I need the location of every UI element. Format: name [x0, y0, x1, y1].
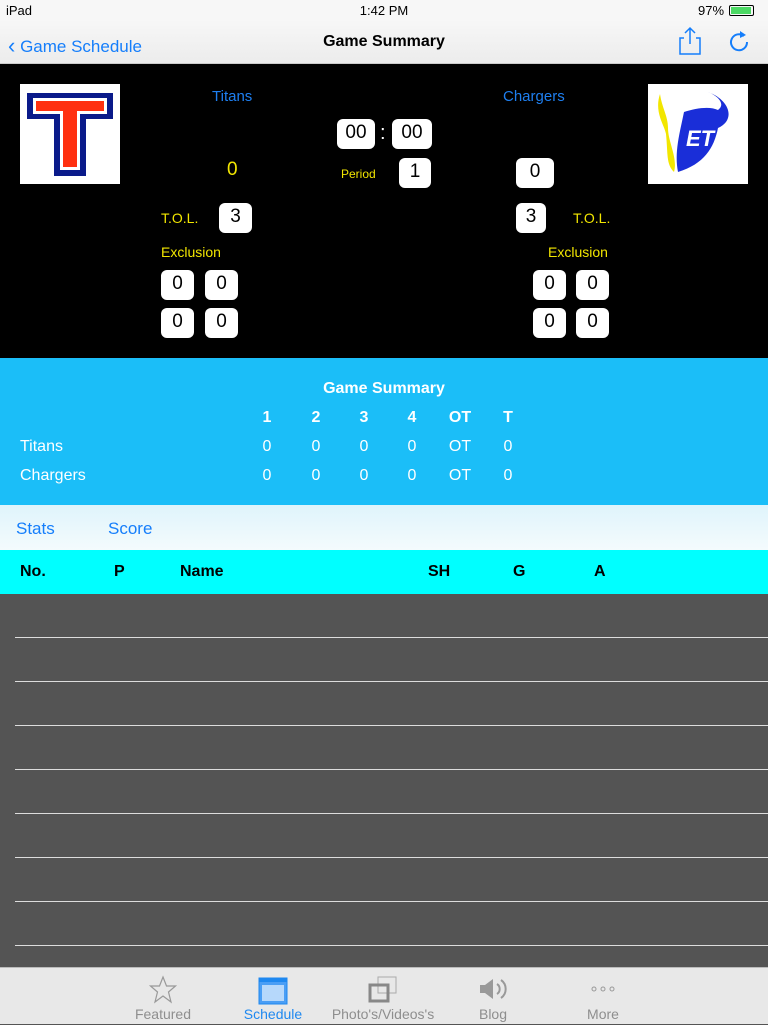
titans-logo	[20, 84, 120, 184]
summary-cell: 0	[503, 438, 513, 455]
table-row-divider	[15, 769, 768, 770]
tab-bar: Featured Schedule Photo's/Videos's Blog …	[0, 967, 768, 1024]
summary-title: Game Summary	[323, 380, 445, 397]
period-header: OT	[448, 409, 472, 426]
game-summary-panel: Game Summary 1 2 3 4 OT T Titans 0 0 0 0 OT 0 Charger…	[0, 358, 768, 505]
away-exclusion: 0	[576, 308, 609, 338]
period-value: 1	[399, 158, 431, 188]
table-row-divider	[15, 945, 768, 946]
table-row-divider	[15, 681, 768, 682]
tab-more[interactable]: More	[548, 968, 658, 1025]
battery-icon	[729, 5, 754, 16]
tab-featured[interactable]: Featured	[108, 968, 218, 1025]
away-exclusion: 0	[533, 270, 566, 300]
stats-table-header: No. P Name SH G A	[0, 550, 768, 594]
summary-cell: 0	[311, 438, 321, 455]
table-row-divider	[15, 901, 768, 902]
navigation-bar: ‹ Game Schedule Game Summary	[0, 20, 768, 64]
tab-schedule[interactable]: Schedule	[218, 968, 328, 1025]
clock-seconds: 00	[392, 119, 432, 149]
home-exclusion: 0	[205, 308, 238, 338]
home-exclusion: 0	[161, 308, 194, 338]
summary-cell: 0	[262, 467, 272, 484]
clock: 1:42 PM	[359, 3, 409, 18]
table-row-divider	[15, 725, 768, 726]
table-row-divider	[15, 637, 768, 638]
calendar-icon	[258, 977, 288, 1005]
summary-cell: 0	[407, 438, 417, 455]
away-exclusion: 0	[533, 308, 566, 338]
summary-cell: OT	[448, 467, 472, 484]
scoreboard: ET Titans Chargers 00 : 00 0 Period 1 0 …	[0, 64, 768, 358]
away-tol-label: T.O.L.	[573, 210, 611, 226]
svg-text:ET: ET	[686, 126, 716, 151]
tab-blog[interactable]: Blog	[438, 968, 548, 1025]
col-goals: G	[513, 563, 526, 580]
period-header: T	[503, 409, 513, 426]
summary-cell: 0	[359, 438, 369, 455]
home-score: 0	[227, 159, 238, 180]
home-tol: 3	[219, 203, 252, 233]
page-title: Game Summary	[323, 33, 445, 50]
away-exclusion: 0	[576, 270, 609, 300]
home-team-name: Titans	[212, 88, 253, 105]
summary-cell: 0	[359, 467, 369, 484]
away-team-name: Chargers	[503, 88, 565, 105]
tab-stats[interactable]: Stats	[16, 519, 55, 539]
chargers-logo: ET	[648, 84, 748, 184]
home-exclusion: 0	[161, 270, 194, 300]
star-icon	[148, 975, 178, 1004]
period-header: 1	[262, 409, 272, 426]
home-exclusion-label: Exclusion	[161, 244, 221, 260]
period-label: Period	[341, 167, 376, 181]
period-header: 4	[407, 409, 417, 426]
summary-team: Titans	[20, 438, 63, 455]
col-number: No.	[20, 563, 46, 580]
speaker-icon	[480, 979, 507, 999]
clock-colon: :	[380, 122, 386, 144]
tab-score[interactable]: Score	[108, 519, 152, 539]
refresh-icon[interactable]	[727, 28, 751, 54]
col-shots: SH	[428, 563, 451, 580]
summary-cell: 0	[311, 467, 321, 484]
summary-cell: 0	[262, 438, 272, 455]
period-header: 3	[359, 409, 369, 426]
clock-minutes: 00	[337, 119, 375, 149]
more-icon	[591, 986, 615, 992]
summary-cell: OT	[448, 438, 472, 455]
table-row-divider	[15, 857, 768, 858]
col-position: P	[114, 563, 125, 580]
summary-cell: 0	[503, 467, 513, 484]
share-icon[interactable]	[678, 26, 702, 56]
home-exclusion: 0	[205, 270, 238, 300]
summary-team: Chargers	[20, 467, 86, 484]
away-score: 0	[516, 158, 554, 188]
segment-tabs: Stats Score	[0, 505, 768, 550]
period-header: 2	[311, 409, 321, 426]
away-tol: 3	[516, 203, 546, 233]
away-exclusion-label: Exclusion	[548, 244, 608, 260]
status-bar: iPad 1:42 PM 97%	[0, 0, 768, 20]
home-tol-label: T.O.L.	[161, 210, 199, 226]
summary-cell: 0	[407, 467, 417, 484]
battery-percent: 97%	[698, 3, 725, 18]
col-name: Name	[180, 563, 224, 580]
col-assists: A	[594, 563, 606, 580]
table-row-divider	[15, 813, 768, 814]
photos-icon	[368, 976, 397, 1003]
tab-photos-videos[interactable]: Photo's/Videos's	[328, 968, 438, 1025]
